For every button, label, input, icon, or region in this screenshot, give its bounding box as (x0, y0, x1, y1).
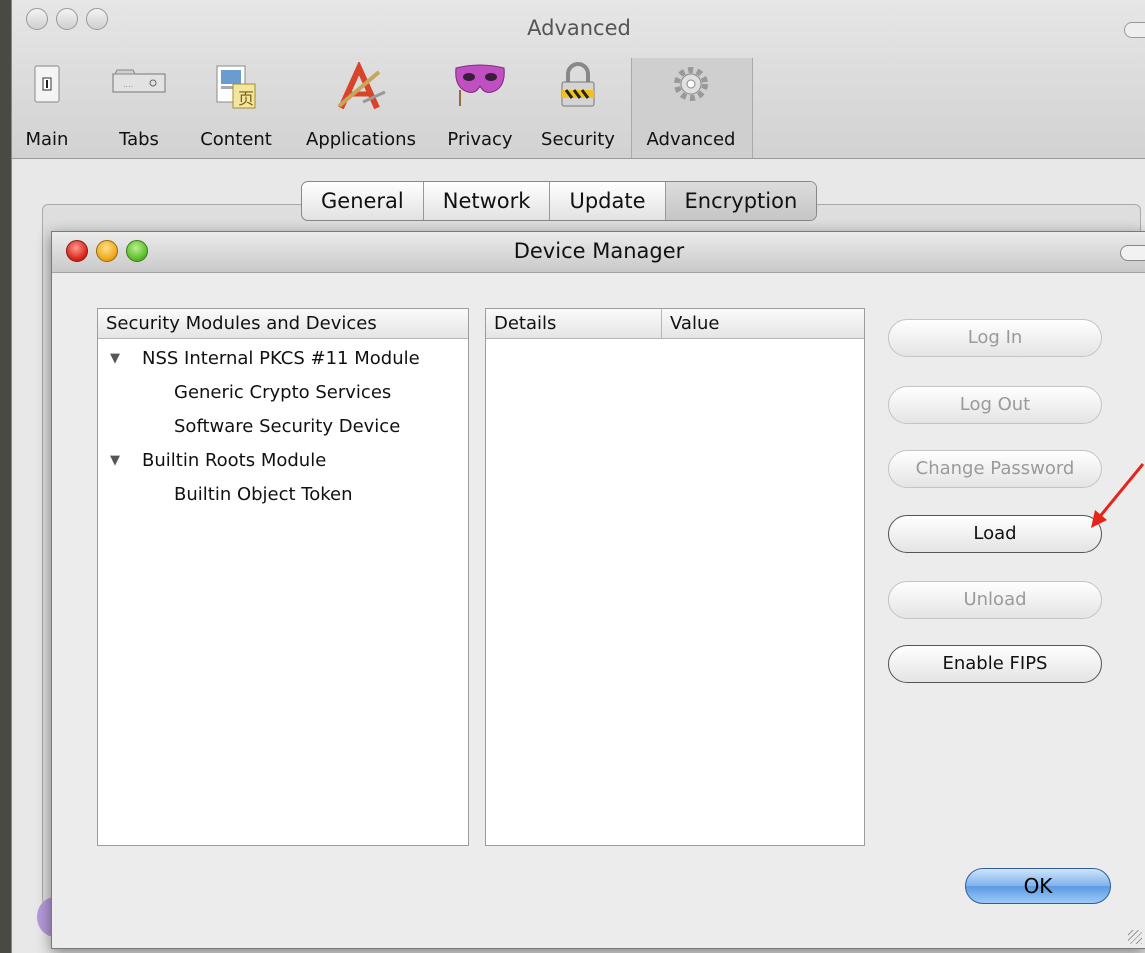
security-modules-tree[interactable]: Security Modules and Devices ▼ NSS Inter… (97, 308, 469, 846)
tree-item-label: Builtin Roots Module (142, 450, 327, 471)
toolbar-item-content[interactable]: 页 Content (190, 62, 282, 154)
unload-button[interactable]: Unload (888, 581, 1102, 619)
resize-grip[interactable] (1128, 930, 1142, 944)
window-title: Advanced (527, 16, 631, 40)
device-manager-window: Device Manager Security Modules and Devi… (51, 231, 1145, 949)
toolbar-toggle-button[interactable] (1124, 22, 1145, 38)
tab-network[interactable]: Network (424, 182, 551, 220)
toolbar-label-content: Content (200, 129, 272, 150)
toolbar-label-tabs: Tabs (119, 129, 159, 150)
device-manager-title: Device Manager (513, 239, 685, 263)
disclosure-triangle-icon[interactable]: ▼ (110, 342, 120, 376)
log-in-button[interactable]: Log In (888, 319, 1102, 357)
details-column-header[interactable]: Details (486, 309, 662, 339)
device-manager-titlebar[interactable]: Device Manager (52, 232, 1145, 273)
tree-item-label: Generic Crypto Services (174, 382, 392, 403)
modules-column-header[interactable]: Security Modules and Devices (98, 309, 468, 339)
details-table[interactable]: Details Value (485, 308, 865, 846)
tabs-icon: .... (109, 62, 169, 111)
toolbar-label-advanced: Advanced (646, 129, 736, 150)
content-icon: 页 (211, 62, 261, 117)
toolbar-item-applications[interactable]: Applications (294, 60, 428, 154)
svg-text:页: 页 (238, 89, 254, 108)
load-button[interactable]: Load (888, 515, 1102, 553)
gear-icon (667, 62, 715, 115)
svg-text:....: .... (123, 80, 133, 89)
value-column-header[interactable]: Value (662, 309, 864, 339)
toolbar-item-security[interactable]: Security (534, 62, 622, 154)
toolbar-toggle-button[interactable] (1120, 245, 1145, 261)
toolbar-item-main[interactable]: Main (14, 62, 80, 154)
switch-icon (27, 62, 67, 111)
tab-encryption[interactable]: Encryption (665, 182, 817, 220)
tree-item-label: Builtin Object Token (174, 484, 353, 505)
toolbar-item-tabs[interactable]: .... Tabs (104, 62, 174, 154)
tree-item-label: Software Security Device (174, 416, 401, 437)
tree-item-label: NSS Internal PKCS #11 Module (142, 348, 420, 369)
disclosure-triangle-icon[interactable]: ▼ (110, 444, 120, 478)
enable-fips-button[interactable]: Enable FIPS (888, 645, 1102, 683)
annotation-arrow-icon (1091, 463, 1145, 528)
toolbar-item-advanced[interactable]: Advanced (631, 62, 751, 154)
tab-bar: General Network Update Encryption (301, 181, 818, 221)
toolbar-label-main: Main (25, 129, 69, 150)
padlock-icon (556, 62, 600, 113)
log-out-button[interactable]: Log Out (888, 386, 1102, 424)
mask-icon (452, 62, 508, 113)
toolbar-item-privacy[interactable]: Privacy (440, 62, 520, 154)
toolbar-label-privacy: Privacy (447, 129, 513, 150)
change-password-button[interactable]: Change Password (888, 450, 1102, 488)
tab-general[interactable]: General (302, 182, 424, 220)
ok-button[interactable]: OK (965, 868, 1111, 904)
toolbar-label-security: Security (541, 129, 615, 150)
tab-update[interactable]: Update (550, 182, 666, 220)
applications-icon (333, 60, 389, 117)
toolbar-label-applications: Applications (306, 129, 416, 150)
